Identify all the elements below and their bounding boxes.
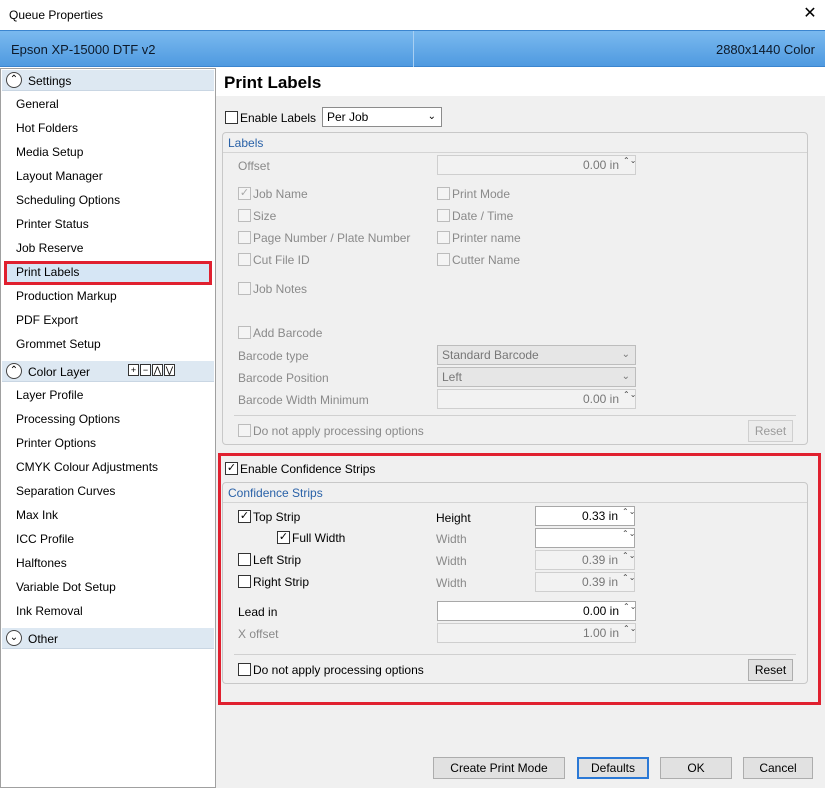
sidebar-item-separation-curves[interactable]: Separation Curves [16,482,115,500]
sidebar-item-ink-removal[interactable]: Ink Removal [16,602,83,620]
cutter-name-checkbox[interactable] [437,253,450,266]
add-barcode-checkbox[interactable] [238,326,251,339]
barcode-type-select[interactable]: Standard Barcode ⌄ [437,345,636,365]
banner-divider [413,31,414,67]
remove-layer-icon[interactable]: − [140,364,151,376]
sidebar-item-layout-manager[interactable]: Layout Manager [16,167,103,185]
barcode-type-value: Standard Barcode [442,348,539,362]
spin-arrows-icon[interactable]: ⌃⌄ [623,157,636,165]
sidebar-item-variable-dot-setup[interactable]: Variable Dot Setup [16,578,116,596]
close-icon[interactable]: ✕ [800,4,820,24]
sidebar-item-pdf-export[interactable]: PDF Export [16,311,78,329]
layer-tools: + − ⋀ ⋁ [128,364,175,376]
printer-name: Epson XP-15000 DTF v2 [11,42,156,57]
label-mode-select[interactable]: Per Job ⌄ [322,107,442,127]
sidebar-item-max-ink[interactable]: Max Ink [16,506,58,524]
add-layer-icon[interactable]: + [128,364,139,376]
date-time-label: Date / Time [452,209,514,223]
confidence-strips-highlight [218,453,821,705]
sidebar-item-printer-options[interactable]: Printer Options [16,434,96,452]
sidebar-item-general[interactable]: General [16,95,59,113]
barcode-width-value: 0.00 in [582,392,619,406]
defaults-button[interactable]: Defaults [577,757,649,779]
offset-label: Offset [238,159,270,173]
sidebar-group-settings[interactable]: ⌃ Settings [2,70,214,91]
sidebar-item-production-markup[interactable]: Production Markup [16,287,117,305]
chevron-down-icon: ⌄ [621,349,630,360]
size-label: Size [253,209,277,223]
job-name-checkbox[interactable]: ✓ [238,187,251,200]
page-number-label: Page Number / Plate Number [253,231,411,245]
labels-no-processing-label: Do not apply processing options [253,424,424,438]
sidebar-item-grommet-setup[interactable]: Grommet Setup [16,335,101,353]
add-barcode-label: Add Barcode [253,326,323,340]
offset-input[interactable]: 0.00 in ⌃⌄ [437,155,636,175]
sidebar-item-scheduling-options[interactable]: Scheduling Options [16,191,120,209]
printer-banner: Epson XP-15000 DTF v2 2880x1440 Color [0,30,825,67]
barcode-width-input[interactable]: 0.00 in ⌃⌄ [437,389,636,409]
labels-group-title: Labels [228,136,264,150]
sidebar-item-job-reserve[interactable]: Job Reserve [16,239,83,257]
ok-button[interactable]: OK [660,757,732,779]
job-notes-label: Job Notes [253,282,308,296]
sidebar-item-halftones[interactable]: Halftones [16,554,67,572]
printer-name-label: Printer name [452,231,521,245]
window-title: Queue Properties [9,8,104,22]
sidebar-item-printer-status[interactable]: Printer Status [16,215,89,233]
cut-file-id-checkbox[interactable] [238,253,251,266]
divider [234,415,796,416]
label-mode-value: Per Job [327,110,369,124]
page-title: Print Labels [224,73,322,92]
print-mode-label: Print Mode [452,187,511,201]
size-checkbox[interactable] [238,209,251,222]
sidebar-item-cmyk-adjustments[interactable]: CMYK Colour Adjustments [16,458,158,476]
sidebar: ⌃ Settings General Hot Folders Media Set… [0,68,216,788]
cut-file-id-label: Cut File ID [253,253,310,267]
barcode-position-value: Left [442,370,463,384]
labels-group-header: Labels [223,133,807,153]
page-header: Print Labels [216,68,825,96]
sidebar-item-icc-profile[interactable]: ICC Profile [16,530,74,548]
cutter-name-label: Cutter Name [452,253,521,267]
date-time-checkbox[interactable] [437,209,450,222]
sidebar-item-media-setup[interactable]: Media Setup [16,143,83,161]
enable-labels-label: Enable Labels [240,111,317,125]
offset-value: 0.00 in [582,158,619,172]
group-label: Other [28,632,59,646]
cancel-button[interactable]: Cancel [743,757,813,779]
barcode-position-label: Barcode Position [238,371,329,385]
sidebar-item-print-labels[interactable]: Print Labels [16,263,79,281]
labels-no-processing-checkbox[interactable] [238,424,251,437]
create-print-mode-button[interactable]: Create Print Mode [433,757,565,779]
spin-arrows-icon[interactable]: ⌃⌄ [623,391,636,399]
collapse-icon[interactable]: ⌃ [6,72,22,88]
sidebar-group-other[interactable]: ⌄ Other [2,628,214,649]
group-label: Settings [28,74,72,88]
sidebar-item-processing-options[interactable]: Processing Options [16,410,120,428]
barcode-position-select[interactable]: Left ⌄ [437,367,636,387]
sidebar-item-hot-folders[interactable]: Hot Folders [16,119,78,137]
move-up-icon[interactable]: ⋀ [152,364,163,376]
barcode-width-label: Barcode Width Minimum [238,393,369,407]
group-label: Color Layer [28,365,91,379]
job-notes-checkbox[interactable] [238,282,251,295]
chevron-down-icon: ⌄ [621,371,630,382]
sidebar-item-layer-profile[interactable]: Layer Profile [16,386,83,404]
job-name-label: Job Name [253,187,308,201]
printer-name-checkbox[interactable] [437,231,450,244]
title-bar: Queue Properties ✕ [0,0,825,30]
printer-resolution: 2880x1440 Color [715,42,815,57]
expand-icon[interactable]: ⌄ [6,630,22,646]
print-mode-checkbox[interactable] [437,187,450,200]
collapse-icon[interactable]: ⌃ [6,363,22,379]
barcode-type-label: Barcode type [238,349,309,363]
page-number-checkbox[interactable] [238,231,251,244]
chevron-down-icon: ⌄ [427,111,436,122]
sidebar-group-color-layer[interactable]: ⌃ Color Layer + − ⋀ ⋁ [2,361,214,382]
enable-labels-checkbox[interactable] [225,111,238,124]
labels-reset-button[interactable]: Reset [748,420,793,442]
move-down-icon[interactable]: ⋁ [164,364,175,376]
